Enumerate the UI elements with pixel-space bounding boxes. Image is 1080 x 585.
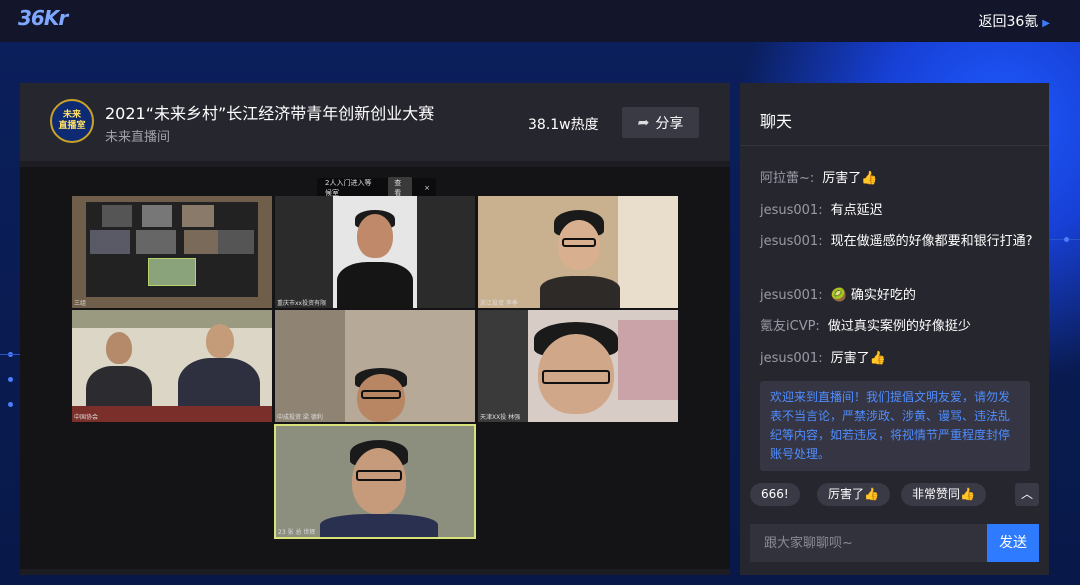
chat-text: 厉害了👍 [830,351,886,366]
chat-username: 阿拉蕾~: [760,171,815,186]
chat-text: 厉害了👍 [822,171,878,186]
mini-video [182,205,214,227]
tile-participant-name: 中国协会 [74,414,99,421]
mini-video-active [148,258,196,286]
tile-participant-name: 重庆市xx投资有限 [277,300,327,307]
chat-text: 🥝 确实好吃的 [830,288,916,303]
chat-text: 现在做遥感的好像都要和银行打通? [830,234,1033,249]
tile-participant-name: 中成投资 梁 德利 [277,414,323,421]
background-wall [618,196,678,308]
chat-title: 聊天 [760,112,793,131]
tile-participant-name: 三组 [74,300,87,307]
chat-username: jesus001: [760,203,823,218]
mini-video [184,230,218,254]
background-door [275,310,345,422]
share-button[interactable]: ➦ 分享 [622,107,699,138]
36kr-logo[interactable]: 36Kr [18,6,68,30]
participant-face [206,324,234,358]
chevron-right-icon: ▶ [1042,18,1050,29]
background-shelf [478,310,528,422]
room-title: 2021“未来乡村”长江经济带青年创新创业大赛 [105,104,435,123]
participant-face [352,448,406,514]
video-tile[interactable]: 浙江投资 李季 [478,196,678,308]
chat-username: 氪友iCVP: [760,319,820,334]
logo-number: 36 [18,6,45,30]
decor-dot [1064,237,1069,242]
chat-username: jesus001: [760,351,823,366]
room-header: 未来 直播室 2021“未来乡村”长江经济带青年创新创业大赛 未来直播间 38.… [20,83,730,161]
chat-input-wrapper [750,524,987,562]
glasses [356,470,402,481]
participant-body [320,514,438,537]
toast-text: 2人入门进入等候室 [325,179,372,197]
close-icon[interactable]: × [424,184,430,192]
video-feed [333,196,417,308]
glasses [542,370,610,384]
chat-message: jesus001: 厉害了👍 [760,348,1035,370]
video-tile[interactable]: 中国协会 [72,310,272,422]
screen-share-content [86,202,258,297]
glasses [361,390,401,399]
decor-dot [8,377,13,382]
chat-rules-notice: 欢迎来到直播间！我们提倡文明友爱，请勿发表不当言论，严禁涉政、涉黄、谩骂、违法乱… [760,381,1030,471]
participant-body [337,262,413,308]
quick-reply-agree[interactable]: 非常赞同👍 [901,483,986,506]
tile-participant-name: 天津XX投 林强 [480,414,521,421]
mini-video [142,205,172,227]
waiting-room-toast: 2人入门进入等候室 查看 × [317,177,436,199]
desk [72,406,272,422]
painting-on-wall [72,310,272,328]
share-label: 分享 [655,115,684,132]
video-tile[interactable]: 重庆市xx投资有限 [275,196,475,308]
glasses [562,238,596,247]
chevron-up-icon[interactable]: ︿ [1015,483,1039,506]
video-tile[interactable]: 天津XX投 林强 [478,310,678,422]
send-button[interactable]: 发送 [987,524,1039,562]
quick-reply-awesome[interactable]: 厉害了👍 [817,483,890,506]
top-bar: 36Kr 返回36氪 ▶ [0,0,1080,42]
back-to-36kr-link[interactable]: 返回36氪 ▶ [978,11,1050,31]
chat-message: jesus001: 有点延迟 [760,200,1035,222]
chat-username: jesus001: [760,288,823,303]
chat-text: 有点延迟 [830,203,883,218]
divider [740,145,1049,146]
room-subtitle[interactable]: 未来直播间 [105,126,170,145]
avatar-text-line2: 直播室 [58,121,86,131]
video-tile-active-speaker[interactable]: 23 张 总 世辉 [274,424,476,539]
video-tile[interactable]: 中成投资 梁 德利 [275,310,475,422]
video-tile[interactable]: 三组 [72,196,272,308]
quick-reply-666[interactable]: 666! [750,483,800,506]
chat-message: jesus001: 🥝 确实好吃的 [760,285,1035,307]
avatar-text-line1: 未来 [62,110,81,120]
chat-message: 氪友iCVP: 做过真实案例的好像挺少 [760,316,1035,338]
participant-face [106,332,132,364]
decor-dot [8,402,13,407]
chat-username: jesus001: [760,234,823,249]
background-painting [618,320,678,400]
live-player-panel: 未来 直播室 2021“未来乡村”长江经济带青年创新创业大赛 未来直播间 38.… [20,83,730,575]
participant-face [357,214,393,258]
chat-input[interactable] [750,524,987,562]
chat-panel: 聊天 阿拉蕾~: 厉害了👍 jesus001: 有点延迟 jesus001: 现在做遥… [740,83,1049,575]
back-link-label: 返回36氪 [978,14,1039,30]
room-avatar[interactable]: 未来 直播室 [50,99,94,143]
share-arrow-icon: ➦ [637,114,650,131]
mini-video [218,230,254,254]
chat-message: jesus001: 现在做遥感的好像都要和银行打通? [760,231,1035,253]
participant-body [540,276,620,308]
decor-line [0,354,20,355]
chat-message: 阿拉蕾~: 厉害了👍 [760,168,1035,190]
tile-participant-name: 23 张 总 世辉 [278,529,316,536]
mini-video [136,230,176,254]
logo-letters: Kr [43,6,68,30]
heat-count: 38.1w热度 [528,117,599,133]
mini-video [90,230,130,254]
tile-participant-name: 浙江投资 李季 [480,300,518,307]
mini-video [102,205,132,227]
chat-text: 做过真实案例的好像挺少 [827,319,971,334]
